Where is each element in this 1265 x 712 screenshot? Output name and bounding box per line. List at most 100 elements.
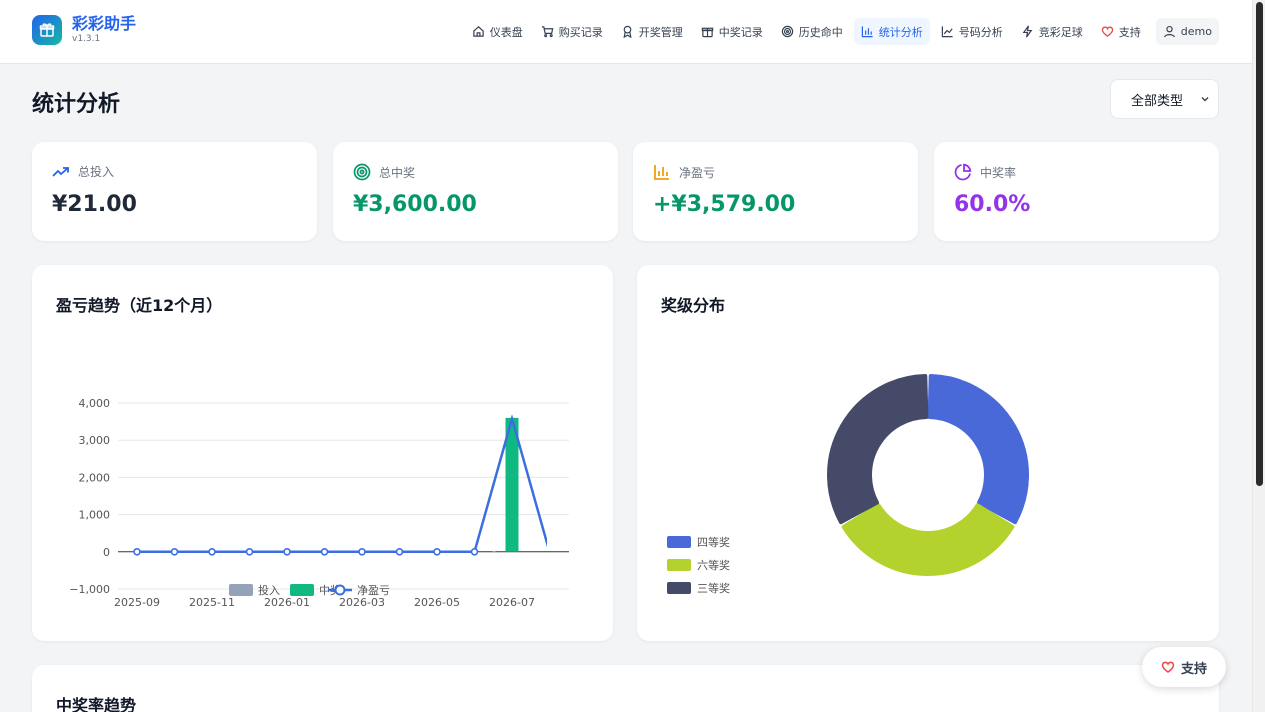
line-point [433,547,441,556]
line-point [320,547,329,556]
home-icon [473,26,484,37]
legend-label: 投入 [258,583,280,597]
line-point [470,547,479,556]
y-tick-label: 4,000 [79,397,111,410]
user-menu[interactable]: demo [1155,18,1219,45]
pie-slice-六等奖 [841,503,1015,576]
nav-item-football[interactable]: 竞彩足球 [1014,18,1090,45]
stat-label: 净盈亏 [679,165,716,180]
pie-chart-icon [954,163,972,181]
profit-trend-chart: −1,000 0 1,000 2,000 3,000 4,000 2025-09 2025-1… [69,397,569,609]
legend-label: 净盈亏 [357,583,390,597]
heart-icon [1101,26,1113,37]
gift-logo-icon [32,15,62,45]
line-point [395,547,404,556]
page-title: 统计分析 [32,92,121,117]
y-tick-label: 3,000 [79,434,111,447]
type-filter-value: 全部类型 [1131,93,1184,109]
nav-item-purchases[interactable]: 购买记录 [534,18,610,45]
stat-label: 总投入 [78,165,115,179]
user-name: demo [1180,25,1212,38]
legend-swatch [229,584,253,596]
x-tick-label: 2025-09 [114,596,160,609]
panel-title: 中奖率趋势 [56,696,137,712]
nav-item-history-hits[interactable]: 历史命中 [774,18,850,45]
prize-distribution-panel: 奖级分布 四等奖 六等奖 三等奖 [637,265,1219,641]
stat-card-total-cost: 总投入 ¥21.00 [32,142,317,241]
target-icon [781,25,794,38]
stat-value: +¥3,579.00 [653,192,796,217]
stat-card-total-win: 总中奖 ¥3,600.00 [333,142,618,241]
x-tick-label: 2026-07 [489,596,535,609]
legend-swatch [667,582,691,594]
x-tick-label: 2025-11 [189,596,235,609]
x-tick-label: 2026-05 [414,596,460,609]
stat-value: 60.0% [954,192,1031,217]
page-scrollbar[interactable] [1252,0,1265,712]
lightning-icon [1022,25,1033,38]
bar-chart-icon [861,26,873,38]
line-point [133,547,141,556]
stat-card-win-rate: 中奖率 60.0% [934,142,1219,241]
user-icon [1163,25,1175,38]
floating-support-button[interactable]: 支持 [1142,647,1226,687]
nav-item-wins[interactable]: 中奖记录 [694,18,770,45]
profit-trend-panel: 盈亏趋势（近12个月） −1,000 0 1,000 2,000 3,000 4,000 2… [32,265,613,641]
legend-swatch [290,584,314,596]
line-point [283,547,291,556]
gift-icon [701,27,714,38]
nav-item-draw-management[interactable]: 开奖管理 [614,18,690,45]
bar-chart-icon [654,165,669,180]
line-chart-icon [941,26,953,38]
nav-item-number-analysis[interactable]: 号码分析 [934,18,1010,45]
nav-item-dashboard[interactable]: 仪表盘 [465,18,530,45]
series-line-net [137,414,547,554]
scrollbar-thumb[interactable] [1256,2,1263,486]
brand[interactable]: 彩彩助手 v1.3.1 [32,15,136,45]
win-rate-trend-panel: 中奖率趋势 [32,665,1219,712]
award-icon [623,25,632,38]
nav-item-label: 支持 [1118,25,1141,39]
nav-item-support[interactable]: 支持 [1094,18,1148,45]
nav-item-label: 中奖记录 [718,25,763,39]
stat-card-net-profit: 净盈亏 +¥3,579.00 [633,142,918,241]
nav-item-label: 号码分析 [958,25,1003,39]
legend-swatch [667,559,691,571]
top-navigation-bar: 彩彩助手 v1.3.1 仪表盘 购买记录 开奖管理 中奖记录 历史命中 统计分析 [0,0,1252,64]
y-tick-label: 2,000 [79,471,111,484]
legend-label: 四等奖 [697,535,730,549]
x-tick-label: 2026-01 [264,596,310,609]
fab-label: 支持 [1180,661,1207,677]
nav-item-statistics[interactable]: 统计分析 [853,18,930,45]
type-filter-select[interactable]: 全部类型 [1110,79,1219,119]
nav-item-label: 统计分析 [878,25,923,39]
nav-item-label: 仪表盘 [489,25,523,39]
legend-label: 六等奖 [697,558,730,572]
legend-swatch [667,536,691,548]
nav-item-label: 购买记录 [558,25,603,39]
prize-distribution-chart: 四等奖六等奖三等奖 [667,374,1029,595]
legend-label: 三等奖 [697,581,730,595]
pie-slice-四等奖 [927,374,1029,525]
y-tick-label: 1,000 [79,509,111,522]
app-name: 彩彩助手 [72,14,137,33]
cart-icon [541,26,554,38]
legend-swatch-marker [334,584,346,596]
nav-item-label: 开奖管理 [638,25,683,39]
main-nav: 仪表盘 购买记录 开奖管理 中奖记录 历史命中 统计分析 号码分析 竞彩足球 支… [461,18,1219,45]
chevron-down-icon [1201,97,1209,102]
stat-label: 中奖率 [980,165,1017,180]
line-point [358,547,366,556]
line-point [170,547,179,556]
pie-slice-三等奖 [827,374,929,525]
target-icon [353,163,371,181]
y-tick-label: 0 [103,546,110,559]
stat-value: ¥3,600.00 [353,192,477,217]
app-version: v1.3.1 [72,34,101,44]
line-point [245,547,254,556]
y-tick-label: −1,000 [69,583,110,596]
stat-label: 总中奖 [379,165,416,180]
x-tick-label: 2026-03 [339,596,385,609]
bar-投入 [492,551,496,553]
line-point [208,547,216,556]
